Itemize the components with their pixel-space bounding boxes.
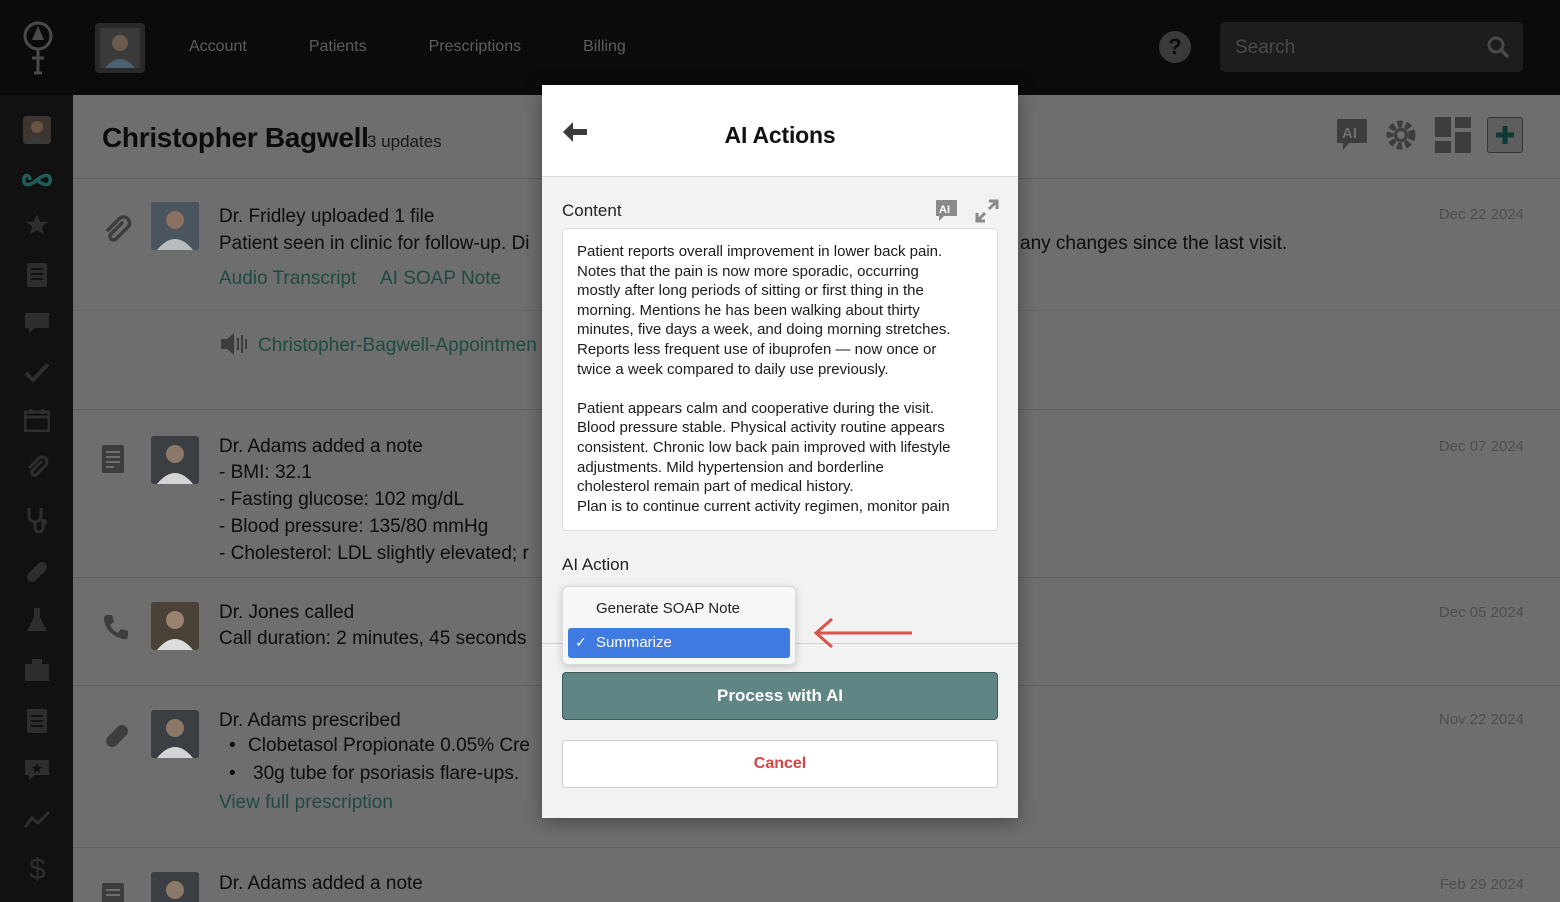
feed-title: Dr. Adams added a note: [219, 873, 423, 894]
attachment-icon[interactable]: [22, 453, 52, 483]
avatar: [151, 602, 199, 650]
view-prescription-link[interactable]: View full prescription: [219, 792, 393, 814]
search-placeholder: Search: [1235, 37, 1296, 58]
option-label: Summarize: [596, 634, 672, 651]
building-icon[interactable]: [22, 655, 52, 685]
svg-text:AI: AI: [939, 204, 950, 216]
ai-icon[interactable]: AI: [935, 199, 959, 228]
feed-line: - Fasting glucose: 102 mg/dL: [219, 489, 465, 510]
annotation-arrow-icon: [812, 617, 916, 656]
add-button[interactable]: [1487, 117, 1523, 153]
dashboard-icon[interactable]: [1435, 117, 1471, 153]
avatar: [151, 436, 199, 484]
messages-icon[interactable]: [22, 308, 52, 338]
lab-flask-icon[interactable]: [22, 605, 52, 635]
feed-title: Dr. Fridley uploaded 1 file: [219, 206, 435, 227]
check-icon[interactable]: [22, 357, 52, 387]
expand-icon[interactable]: [975, 199, 999, 228]
prescription-line: Clobetasol Propionate 0.05% Cre: [248, 735, 531, 756]
feed-line: - Cholesterol: LDL slightly elevated; r: [219, 543, 529, 564]
feed-body: Patient seen in clinic for follow-up. Di: [219, 233, 530, 254]
billing-dollar-icon[interactable]: $: [22, 853, 52, 883]
audio-file-icon: [219, 330, 251, 363]
svg-text:$: $: [29, 853, 46, 883]
ai-soap-note-link[interactable]: AI SOAP Note: [380, 268, 501, 290]
modal-header: AI Actions: [542, 85, 1018, 177]
avatar: [151, 202, 199, 250]
content-label: Content: [562, 201, 622, 220]
infinity-icon[interactable]: [22, 165, 52, 195]
feed-title: Dr. Jones called: [219, 602, 355, 623]
clipboard-icon[interactable]: [22, 705, 52, 735]
stethoscope-icon[interactable]: [22, 505, 52, 535]
feed-line: - BMI: 32.1: [219, 462, 312, 483]
pill-icon[interactable]: [22, 557, 52, 587]
cancel-button[interactable]: Cancel: [562, 740, 998, 788]
feed-date: Nov 22 2024: [1438, 711, 1524, 728]
nav-billing[interactable]: Billing: [583, 38, 626, 56]
ai-icon[interactable]: AI: [1335, 117, 1371, 153]
audio-file-link[interactable]: Christopher-Bagwell-Appointmen: [258, 335, 537, 357]
note-icon: [101, 444, 133, 476]
feed-line: - Blood pressure: 135/80 mmHg: [219, 516, 489, 537]
option-summarize[interactable]: ✓ Summarize: [568, 628, 790, 658]
note-icon: [101, 882, 133, 902]
nav-prescriptions[interactable]: Prescriptions: [429, 38, 521, 56]
feed-date: Dec 05 2024: [1438, 604, 1524, 621]
ai-action-label: AI Action: [562, 555, 630, 574]
bullet-icon: •: [229, 763, 236, 784]
avatar: [151, 872, 199, 902]
favorite-message-icon[interactable]: [22, 755, 52, 785]
feed-item: Dr. Adams added a note Feb 29 2024: [73, 848, 1560, 902]
option-generate-soap-note[interactable]: Generate SOAP Note: [596, 600, 740, 617]
checkmark-icon: ✓: [575, 634, 587, 650]
sidebar: $: [0, 95, 73, 902]
feed-date: Dec 22 2024: [1438, 206, 1524, 223]
app-logo-icon[interactable]: [18, 18, 58, 76]
sidebar-patient-avatar[interactable]: [22, 115, 52, 145]
search-input[interactable]: Search: [1220, 22, 1523, 72]
help-icon[interactable]: ?: [1159, 31, 1191, 63]
ai-actions-modal: AI Actions Content AI Patient reports ov…: [542, 85, 1018, 818]
bullet-icon: •: [229, 735, 236, 756]
prescription-line: 30g tube for psoriasis flare-ups.: [253, 763, 520, 784]
feed-body-tail: any changes since the last visit.: [1020, 233, 1288, 254]
gear-icon[interactable]: [1383, 117, 1419, 153]
main-nav: Account Patients Prescriptions Billing: [189, 38, 688, 56]
top-bar: Account Patients Prescriptions Billing ?…: [0, 0, 1560, 95]
feed-title: Dr. Adams prescribed: [219, 710, 401, 731]
updates-count[interactable]: 3 updates: [367, 132, 442, 152]
phone-icon: [101, 612, 133, 644]
paperclip-icon: [101, 214, 133, 246]
avatar: [151, 710, 199, 758]
feed-body: Call duration: 2 minutes, 45 seconds: [219, 628, 527, 649]
page-title: Christopher Bagwell: [102, 122, 369, 153]
ai-action-dropdown[interactable]: Generate SOAP Note ✓ Summarize: [562, 586, 796, 665]
feed-date: Feb 29 2024: [1439, 876, 1524, 893]
process-with-ai-button[interactable]: Process with AI: [562, 672, 998, 720]
search-icon[interactable]: [1487, 36, 1509, 58]
trend-icon[interactable]: [22, 805, 52, 835]
nav-account[interactable]: Account: [189, 38, 247, 56]
audio-transcript-link[interactable]: Audio Transcript: [219, 268, 356, 290]
modal-title: AI Actions: [724, 122, 836, 148]
user-avatar[interactable]: [95, 23, 145, 73]
feed-date: Dec 07 2024: [1438, 438, 1524, 455]
pill-icon: [101, 720, 133, 752]
calendar-icon[interactable]: [22, 405, 52, 435]
svg-text:AI: AI: [1342, 125, 1357, 142]
nav-patients[interactable]: Patients: [309, 38, 367, 56]
notes-icon[interactable]: [22, 260, 52, 290]
star-icon[interactable]: [22, 210, 52, 240]
feed-title: Dr. Adams added a note: [219, 436, 423, 457]
content-textarea[interactable]: Patient reports overall improvement in l…: [562, 228, 998, 531]
